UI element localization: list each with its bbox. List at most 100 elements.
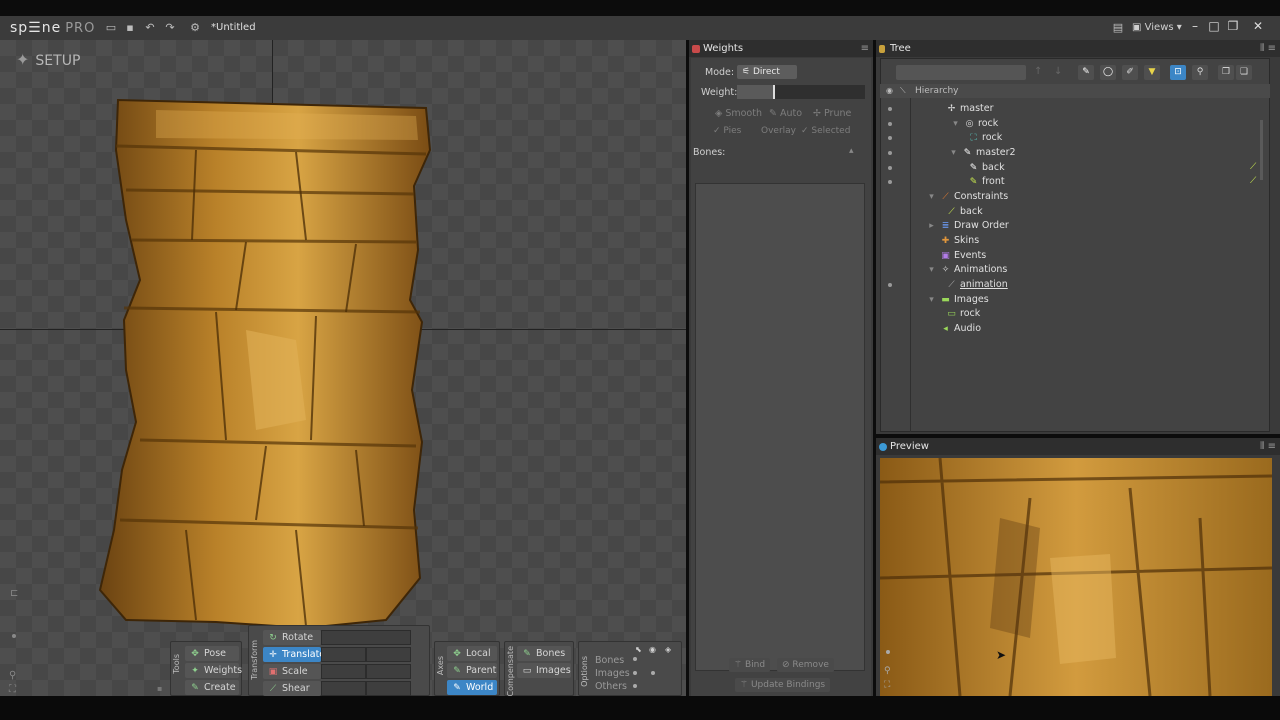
translate-x-field[interactable] bbox=[321, 647, 366, 662]
rock-image[interactable] bbox=[96, 90, 432, 630]
close-button[interactable]: ✕ bbox=[1249, 18, 1267, 36]
compensate-bones-button[interactable]: ✎ Bones bbox=[517, 646, 571, 661]
panel-menu-icon[interactable]: ⦀ ≡ bbox=[1260, 40, 1276, 57]
tree-item-skins[interactable]: ✚ Skins bbox=[926, 234, 979, 248]
auto-button[interactable]: ✎ Auto bbox=[769, 108, 802, 119]
active-animation-toggle[interactable] bbox=[888, 283, 892, 287]
others-select-toggle[interactable] bbox=[633, 684, 637, 688]
preview-canvas[interactable] bbox=[880, 458, 1272, 696]
tree-item-audio[interactable]: ◂ Audio bbox=[926, 322, 981, 336]
tree-item-rock-image[interactable]: ▭ rock bbox=[946, 307, 980, 321]
editor-viewport[interactable]: ✦ SETUP Tools ✥ Pose ✦ Weights ✎ Create Tran… bbox=[0, 40, 686, 696]
mode-indicator: ✦ SETUP bbox=[16, 50, 81, 69]
tree-item-images[interactable]: ▾ ▬ Images bbox=[926, 293, 988, 307]
visibility-toggle[interactable] bbox=[888, 166, 892, 170]
smooth-button[interactable]: ◈ Smooth bbox=[715, 108, 762, 119]
minimize-button[interactable]: – bbox=[1186, 18, 1204, 36]
preview-fit-icon[interactable]: ⛶ bbox=[884, 680, 890, 690]
layout-icon[interactable]: ▤ bbox=[1111, 21, 1125, 35]
panel-menu-icon[interactable]: ≡ bbox=[861, 40, 869, 57]
focus-icon[interactable]: ⊡ bbox=[1170, 65, 1186, 80]
open-folder-icon[interactable]: ▭ bbox=[104, 21, 118, 35]
weights-icon: ✦ bbox=[191, 666, 199, 676]
key-icon[interactable]: ⟋ bbox=[1250, 162, 1256, 172]
maximize-button[interactable]: □ bbox=[1205, 18, 1223, 36]
prune-button[interactable]: ✢ Prune bbox=[813, 108, 851, 119]
ruler-icon[interactable]: ⊏ bbox=[10, 588, 18, 599]
tree-item-front-bone[interactable]: ✎ front bbox=[968, 175, 1005, 189]
preview-zoom-icon[interactable]: ⚲ bbox=[884, 666, 891, 676]
redo-icon[interactable]: ↷ bbox=[163, 21, 177, 35]
compensate-images-button[interactable]: ▭ Images bbox=[517, 663, 571, 678]
zoom-icon[interactable]: ⚲ bbox=[9, 670, 16, 681]
settings-icon[interactable]: ⚙ bbox=[188, 21, 202, 35]
panel-menu-icon[interactable]: ⦀ ≡ bbox=[1260, 438, 1276, 455]
overlay-checkbox[interactable]: Overlay bbox=[761, 126, 796, 136]
remove-button[interactable]: ⊘ Remove bbox=[777, 658, 834, 672]
tree-item-rock-slot[interactable]: ▾ ◎ rock bbox=[950, 117, 998, 131]
filter-slots-icon[interactable]: ◯ bbox=[1100, 65, 1116, 80]
filter-bones-icon[interactable]: ✎ bbox=[1078, 65, 1094, 80]
weights-tool-button[interactable]: ✦ Weights bbox=[185, 663, 242, 678]
tree-item-rock-mesh[interactable]: ⛶ rock bbox=[968, 131, 1002, 145]
tree-item-constraints[interactable]: ▾ ⟋ Constraints bbox=[926, 190, 1008, 204]
translate-tool-button[interactable]: ✛ Translate bbox=[263, 647, 325, 662]
parent-axes-button[interactable]: ✎ Parent bbox=[447, 663, 497, 678]
weight-slider[interactable] bbox=[737, 85, 865, 99]
key-icon[interactable]: ⟋ bbox=[1250, 176, 1256, 186]
images-select-toggle[interactable] bbox=[633, 671, 637, 675]
tree-item-back-bone[interactable]: ✎ back bbox=[968, 161, 1005, 175]
paste-icon[interactable]: ❏ bbox=[1236, 65, 1252, 80]
rotate-value-field[interactable] bbox=[321, 630, 411, 645]
tree-item-animation[interactable]: ⟋ animation bbox=[946, 278, 1007, 292]
tree-scrollbar[interactable] bbox=[1260, 120, 1263, 180]
scale-y-field[interactable] bbox=[366, 664, 411, 679]
tree-search-input[interactable] bbox=[896, 65, 1026, 80]
bind-button[interactable]: ⚚ Bind bbox=[729, 658, 771, 672]
bones-select-toggle[interactable] bbox=[633, 657, 637, 661]
restore-button[interactable]: ❐ bbox=[1224, 18, 1242, 36]
tree-item-animations[interactable]: ▾ ✧ Animations bbox=[926, 263, 1007, 277]
preview-zoom-handle[interactable] bbox=[886, 650, 890, 654]
copy-icon[interactable]: ❐ bbox=[1218, 65, 1234, 80]
update-bindings-button[interactable]: ⚚ Update Bindings bbox=[735, 678, 831, 692]
up-arrow-icon[interactable]: ↑ bbox=[1034, 66, 1042, 77]
pose-tool-button[interactable]: ✥ Pose bbox=[185, 646, 239, 661]
visibility-toggle[interactable] bbox=[888, 151, 892, 155]
visibility-toggle[interactable] bbox=[888, 180, 892, 184]
visibility-toggle[interactable] bbox=[888, 107, 892, 111]
tree-item-master[interactable]: ✢ master bbox=[946, 102, 994, 116]
filter-icon[interactable]: ▼ bbox=[1144, 65, 1160, 80]
lock-icon[interactable]: ▪ bbox=[157, 684, 162, 693]
visibility-toggle[interactable] bbox=[888, 136, 892, 140]
shear-x-field[interactable] bbox=[321, 681, 366, 696]
down-arrow-icon[interactable]: ↓ bbox=[1054, 66, 1062, 77]
translate-y-field[interactable] bbox=[366, 647, 411, 662]
mode-dropdown[interactable]: ⚟ Direct bbox=[737, 65, 797, 79]
collapse-icon[interactable]: ▴ bbox=[849, 146, 854, 156]
images-visibility-toggle[interactable] bbox=[651, 671, 655, 675]
views-menu[interactable]: ▣ Views ▾ bbox=[1132, 22, 1182, 33]
zoom-slider-handle[interactable] bbox=[12, 634, 16, 638]
scale-tool-button[interactable]: ▣ Scale bbox=[263, 664, 321, 679]
zoom-tree-icon[interactable]: ⚲ bbox=[1192, 65, 1208, 80]
world-axes-button[interactable]: ✎ World bbox=[447, 680, 497, 695]
local-axes-button[interactable]: ✥ Local bbox=[447, 646, 497, 661]
tree-item-events[interactable]: ▣ Events bbox=[926, 249, 986, 263]
tree-item-draw-order[interactable]: ▸ ≣ Draw Order bbox=[926, 219, 1009, 233]
filter-attachments-icon[interactable]: ✐ bbox=[1122, 65, 1138, 80]
tree-item-back-constraint[interactable]: ⟋ back bbox=[946, 205, 982, 219]
rotate-tool-button[interactable]: ↻ Rotate bbox=[263, 630, 321, 645]
undo-icon[interactable]: ↶ bbox=[143, 21, 157, 35]
bones-list[interactable] bbox=[695, 183, 865, 671]
save-icon[interactable]: ▪ bbox=[123, 21, 137, 35]
selected-checkbox[interactable]: ✓ Selected bbox=[801, 126, 850, 136]
visibility-toggle[interactable] bbox=[888, 122, 892, 126]
create-tool-button[interactable]: ✎ Create bbox=[185, 680, 239, 695]
tree-item-master2[interactable]: ▾ ✎ master2 bbox=[948, 146, 1015, 160]
shear-tool-button[interactable]: ⟋ Shear bbox=[263, 681, 321, 696]
fit-view-icon[interactable]: ⛶ bbox=[9, 684, 16, 695]
pies-checkbox[interactable]: ✓ Pies bbox=[713, 126, 741, 136]
shear-y-field[interactable] bbox=[366, 681, 411, 696]
scale-x-field[interactable] bbox=[321, 664, 366, 679]
